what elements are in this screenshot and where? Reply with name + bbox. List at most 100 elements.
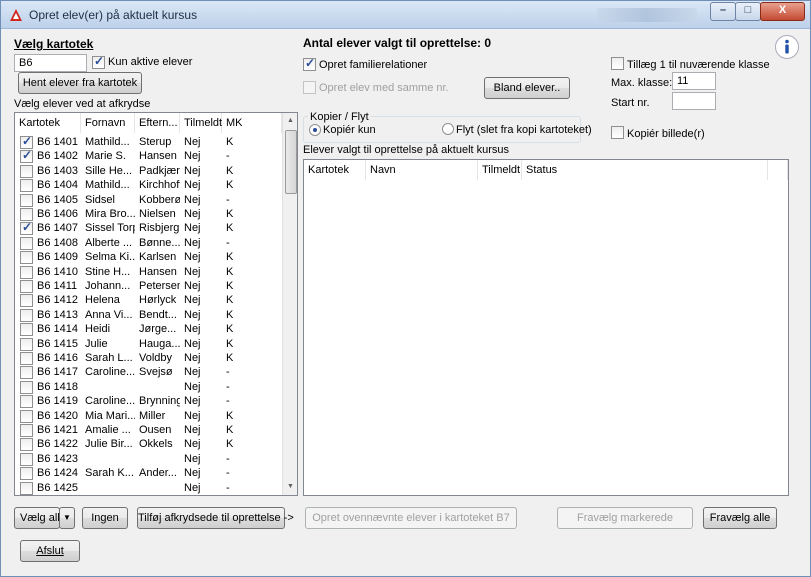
student-row[interactable]: B6 1405 Sidsel Kobberø Nej - — [15, 193, 297, 208]
student-row[interactable]: B6 1415 Julie Hauga... Nej K — [15, 337, 297, 352]
student-row[interactable]: B6 1421 Amalie ... Ousen Nej K — [15, 423, 297, 438]
scroll-thumb[interactable] — [285, 130, 297, 194]
only-active-checkbox[interactable] — [92, 54, 105, 69]
cell-tilmeldt: Nej — [184, 467, 201, 480]
close-button[interactable]: X — [760, 2, 805, 21]
student-row[interactable]: B6 1419 Caroline... Brynning Nej - — [15, 394, 297, 409]
cell-tilmeldt: Nej — [184, 280, 201, 292]
student-row-checkbox[interactable] — [20, 148, 33, 164]
student-row[interactable]: B6 1411 Johann... Petersen Nej K — [15, 279, 297, 294]
shuffle-button[interactable]: Bland elever.. — [484, 77, 570, 99]
student-row[interactable]: B6 1422 Julie Bir... Okkels Nej K — [15, 437, 297, 452]
student-row-checkbox[interactable] — [20, 424, 33, 437]
student-row[interactable]: B6 1412 Helena Hørlyck Nej K — [15, 293, 297, 308]
scroll-up-icon[interactable]: ▲ — [283, 117, 297, 124]
start-nr-input[interactable] — [672, 92, 716, 110]
student-row-checkbox[interactable] — [20, 251, 33, 265]
student-row-checkbox[interactable] — [20, 409, 33, 423]
add-to-class-label: Tillæg 1 til nuværende klasse — [627, 59, 770, 71]
student-row-checkbox[interactable] — [20, 395, 33, 409]
deselect-all-button[interactable]: Fravælg alle — [703, 507, 777, 529]
student-row[interactable]: B6 1407 Sissel Torp Risbjerg Nej K — [15, 220, 297, 236]
student-row-checkbox[interactable] — [20, 164, 33, 178]
student-row[interactable]: B6 1406 Mira Bro... Nielsen Nej K — [15, 207, 297, 222]
student-row-checkbox[interactable] — [20, 467, 33, 481]
sel-col-header-kartotek[interactable]: Kartotek — [304, 160, 366, 180]
student-row[interactable]: B6 1424 Sarah K... Ander... Nej - — [15, 466, 297, 481]
student-row[interactable]: B6 1414 Heidi Jørge... Nej K — [15, 322, 297, 337]
cell-kartotek: B6 1415 — [37, 337, 78, 350]
sel-col-header-navn[interactable]: Navn — [366, 160, 478, 180]
col-header-fornavn[interactable]: Fornavn — [81, 113, 135, 133]
scroll-down-icon[interactable]: ▼ — [283, 483, 297, 490]
copy-image-checkbox[interactable] — [611, 126, 624, 139]
minimize-button[interactable]: – — [710, 2, 736, 21]
same-nr-checkbox[interactable] — [303, 81, 316, 94]
student-row-checkbox[interactable] — [20, 380, 33, 394]
student-row-checkbox[interactable] — [20, 220, 33, 236]
maximize-button[interactable]: □ — [735, 2, 761, 21]
student-row-checkbox[interactable] — [20, 481, 33, 495]
student-row-checkbox[interactable] — [20, 265, 33, 279]
student-row-checkbox[interactable] — [20, 438, 33, 452]
create-students-button[interactable]: Opret ovennævnte elever i kartoteket B7 — [305, 507, 517, 529]
family-relations-checkbox[interactable] — [303, 56, 316, 71]
student-row[interactable]: B6 1413 Anna Vi... Bendt... Nej K — [15, 308, 297, 323]
student-row[interactable]: B6 1418 Nej - — [15, 380, 297, 395]
student-row[interactable]: B6 1403 Sille He... Padkjær Nej K — [15, 164, 297, 179]
col-header-efternavn[interactable]: Eftern... — [135, 113, 180, 133]
sel-col-header-status[interactable]: Status — [522, 160, 768, 180]
student-row-checkbox[interactable] — [20, 179, 33, 193]
student-row[interactable]: B6 1425 Nej - — [15, 481, 297, 495]
fetch-students-button[interactable]: Hent elever fra kartotek — [18, 72, 142, 94]
students-list[interactable]: Kartotek Fornavn Eftern... Tilmeldt MK B… — [14, 112, 298, 496]
student-row[interactable]: B6 1410 Stine H... Hansen Nej K — [15, 265, 297, 280]
students-scrollbar[interactable]: ▲ ▼ — [282, 113, 297, 495]
select-all-button[interactable]: Vælg alle — [14, 507, 66, 529]
cell-fornavn: Caroline... — [85, 366, 135, 379]
student-row[interactable]: B6 1420 Mia Mari... Miller Nej K — [15, 409, 297, 424]
student-row-checkbox[interactable] — [20, 452, 33, 466]
student-row-checkbox[interactable] — [20, 280, 33, 293]
cell-tilmeldt: Nej — [184, 136, 201, 148]
student-row-checkbox[interactable] — [20, 337, 33, 351]
copy-only-radio[interactable] — [309, 124, 321, 136]
student-row-checkbox[interactable] — [20, 294, 33, 308]
student-row[interactable]: B6 1417 Caroline... Svejsø Nej - — [15, 365, 297, 380]
max-class-input[interactable]: 11 — [672, 72, 716, 90]
student-row[interactable]: B6 1409 Selma Ki... Karlsen Nej K — [15, 250, 297, 265]
close-dialog-button[interactable]: Afslut — [20, 540, 80, 562]
none-button[interactable]: Ingen — [82, 507, 128, 529]
cell-kartotek: B6 1408 — [37, 236, 78, 249]
student-row[interactable]: B6 1423 Nej - — [15, 452, 297, 467]
student-row-checkbox[interactable] — [20, 352, 33, 365]
student-row-checkbox[interactable] — [20, 236, 33, 250]
cell-fornavn: Marie S. — [85, 150, 126, 163]
title-bar[interactable]: Opret elev(er) på aktuelt kursus – □ X — [1, 1, 810, 29]
cell-mk: K — [226, 438, 234, 451]
student-row-checkbox[interactable] — [20, 193, 33, 207]
add-checked-button[interactable]: Tilføj afkrydsede til oprettelse -> — [137, 507, 294, 529]
kartotek-input[interactable]: B6 — [14, 54, 87, 72]
student-row[interactable]: B6 1408 Alberte ... Bønne... Nej - — [15, 236, 297, 251]
selected-students-list[interactable]: Kartotek Navn Tilmeldt Status — [303, 159, 789, 496]
student-row-checkbox[interactable] — [20, 323, 33, 337]
select-all-dropdown[interactable]: ▼ — [59, 507, 75, 529]
student-row[interactable]: B6 1416 Sarah L... Voldby Nej K — [15, 351, 297, 366]
sel-col-header-tilmeldt[interactable]: Tilmeldt — [478, 160, 522, 180]
student-row[interactable]: B6 1404 Mathild... Kirchhoff Nej K — [15, 178, 297, 193]
student-row-checkbox[interactable] — [20, 208, 33, 221]
student-row-checkbox[interactable] — [20, 308, 33, 322]
cell-tilmeldt: Nej — [184, 251, 201, 264]
add-to-class-checkbox[interactable] — [611, 57, 624, 70]
student-row[interactable]: B6 1402 Marie S. Hansen Nej - — [15, 148, 297, 164]
col-header-tilmeldt[interactable]: Tilmeldt — [180, 113, 222, 133]
deselect-marked-button[interactable]: Fravælg markerede — [557, 507, 693, 529]
student-row-checkbox[interactable] — [20, 366, 33, 380]
student-row-checkbox[interactable] — [20, 134, 33, 149]
col-header-mk[interactable]: MK — [222, 113, 282, 133]
col-header-kartotek[interactable]: Kartotek — [15, 113, 81, 133]
student-row[interactable]: B6 1401 Mathild... Sterup Nej K — [15, 134, 297, 150]
move-radio[interactable] — [442, 123, 454, 135]
info-icon[interactable] — [774, 34, 800, 60]
